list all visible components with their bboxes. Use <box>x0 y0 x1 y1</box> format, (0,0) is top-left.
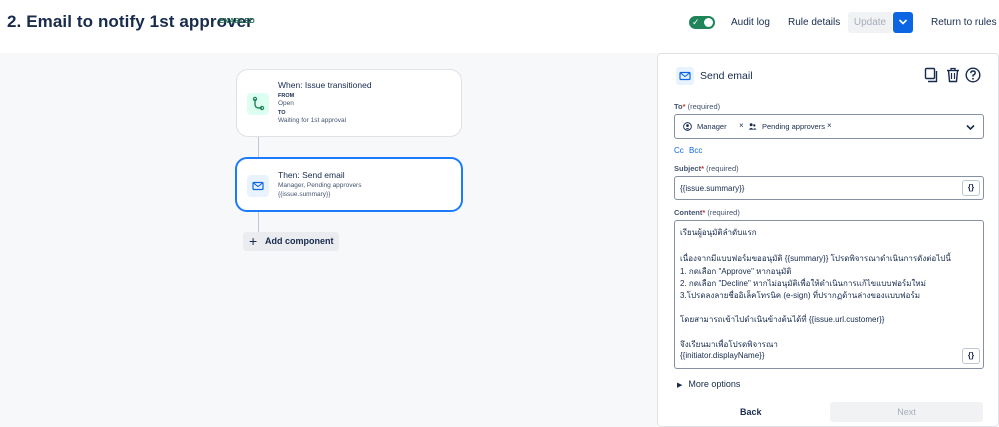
next-button[interactable]: Next <box>830 402 983 422</box>
connector-line <box>258 212 259 232</box>
content-line: จึงเรียนมาเพื่อโปรดพิจารณา <box>680 340 778 349</box>
add-component-label: Add component <box>265 236 334 246</box>
send-email-card[interactable]: Then: Send email Manager, Pending approv… <box>235 157 463 212</box>
chevron-right-icon: ▶ <box>677 382 683 389</box>
connector-line <box>258 137 259 157</box>
content-line: เรียนผู้อนุมัติลำดับแรก <box>680 228 757 237</box>
to-recipients-select[interactable]: Manager × Pending approvers × <box>674 114 984 139</box>
remove-chip-icon[interactable]: × <box>827 121 832 130</box>
more-options-toggle[interactable]: ▶ More options <box>677 379 740 389</box>
chevron-down-icon <box>966 124 975 131</box>
content-line: {{initiator.displayName}} <box>680 351 765 360</box>
trigger-title: When: Issue transitioned <box>278 80 372 90</box>
action-title: Then: Send email <box>278 170 345 180</box>
users-icon <box>748 123 757 130</box>
subject-input[interactable]: {{issue.summary}} {} <box>674 176 984 200</box>
content-line: โดยสามารถเข้าไปดำเนินข้างต้นได้ที่ {{iss… <box>680 315 885 324</box>
chevron-down-icon <box>898 19 908 25</box>
return-to-rules-button[interactable]: Return to rules <box>931 17 997 28</box>
action-recipients: Manager, Pending approvers <box>278 182 362 189</box>
panel-title: Send email <box>700 70 753 82</box>
page-title: 2. Email to notify 1st approver <box>7 12 253 31</box>
required-text: (required) <box>706 164 739 173</box>
back-button[interactable]: Back <box>740 407 762 417</box>
bcc-link[interactable]: Bcc <box>689 146 702 155</box>
subject-field-label: Subject* (required) <box>674 164 739 173</box>
transition-icon <box>247 93 269 115</box>
trigger-card[interactable]: When: Issue transitioned FROM Open TO Wa… <box>236 69 462 137</box>
remove-chip-icon[interactable]: × <box>739 121 744 130</box>
content-line: เนื่องจากมีแบบฟอร์มขออนุมัติ {{summary}}… <box>680 254 951 263</box>
add-component-button[interactable]: + Add component <box>243 232 339 251</box>
trash-icon[interactable] <box>946 67 960 88</box>
check-icon: ✓ <box>692 17 700 27</box>
rule-details-button[interactable]: Rule details <box>788 17 840 28</box>
rule-enabled-toggle[interactable]: ✓ <box>689 16 715 29</box>
content-field-label: Content* (required) <box>674 208 740 217</box>
required-text: (required) <box>707 208 740 217</box>
chip-label: Pending approvers <box>762 122 825 131</box>
to-label: TO <box>278 110 286 116</box>
content-textarea[interactable]: เรียนผู้อนุมัติลำดับแรก เนื่องจากมีแบบฟอ… <box>674 220 984 369</box>
recipient-chip: Pending approvers × <box>748 121 838 134</box>
to-value: Waiting for 1st approval <box>278 117 347 124</box>
subject-label-text: Subject <box>674 164 702 173</box>
required-text: (required) <box>687 102 721 111</box>
more-options-label: More options <box>688 379 741 389</box>
send-email-panel: Send email To* (required) Manager × Pend… <box>657 53 999 427</box>
status-badge: ENABLED <box>219 18 255 25</box>
from-value: Open <box>278 100 294 107</box>
content-line: 3.โปรดลงลายชื่ออิเล็คโทรนิค (e-sign) ที่… <box>680 291 921 300</box>
update-button[interactable]: Update <box>848 12 892 33</box>
audit-log-button[interactable]: Audit log <box>731 17 770 28</box>
action-subject: {{issue.summary}} <box>278 191 331 198</box>
from-label: FROM <box>278 93 295 99</box>
mail-icon <box>247 175 269 197</box>
to-label-text: To <box>674 102 683 111</box>
user-circle-icon <box>683 122 692 131</box>
to-field-label: To* (required) <box>674 102 721 111</box>
cc-link[interactable]: Cc <box>674 146 684 155</box>
update-dropdown-button[interactable] <box>893 12 913 33</box>
subject-value: {{issue.summary}} <box>680 184 745 193</box>
help-icon[interactable] <box>965 67 981 88</box>
plus-icon: + <box>249 233 258 249</box>
chip-label: Manager <box>697 122 727 131</box>
recipient-chip: Manager × <box>683 121 745 134</box>
copy-icon[interactable] <box>924 67 938 88</box>
smart-value-button[interactable]: {} <box>962 348 980 364</box>
toggle-knob <box>704 18 713 27</box>
mail-icon <box>676 67 694 85</box>
content-label-text: Content <box>674 208 703 217</box>
smart-value-button[interactable]: {} <box>962 180 980 196</box>
